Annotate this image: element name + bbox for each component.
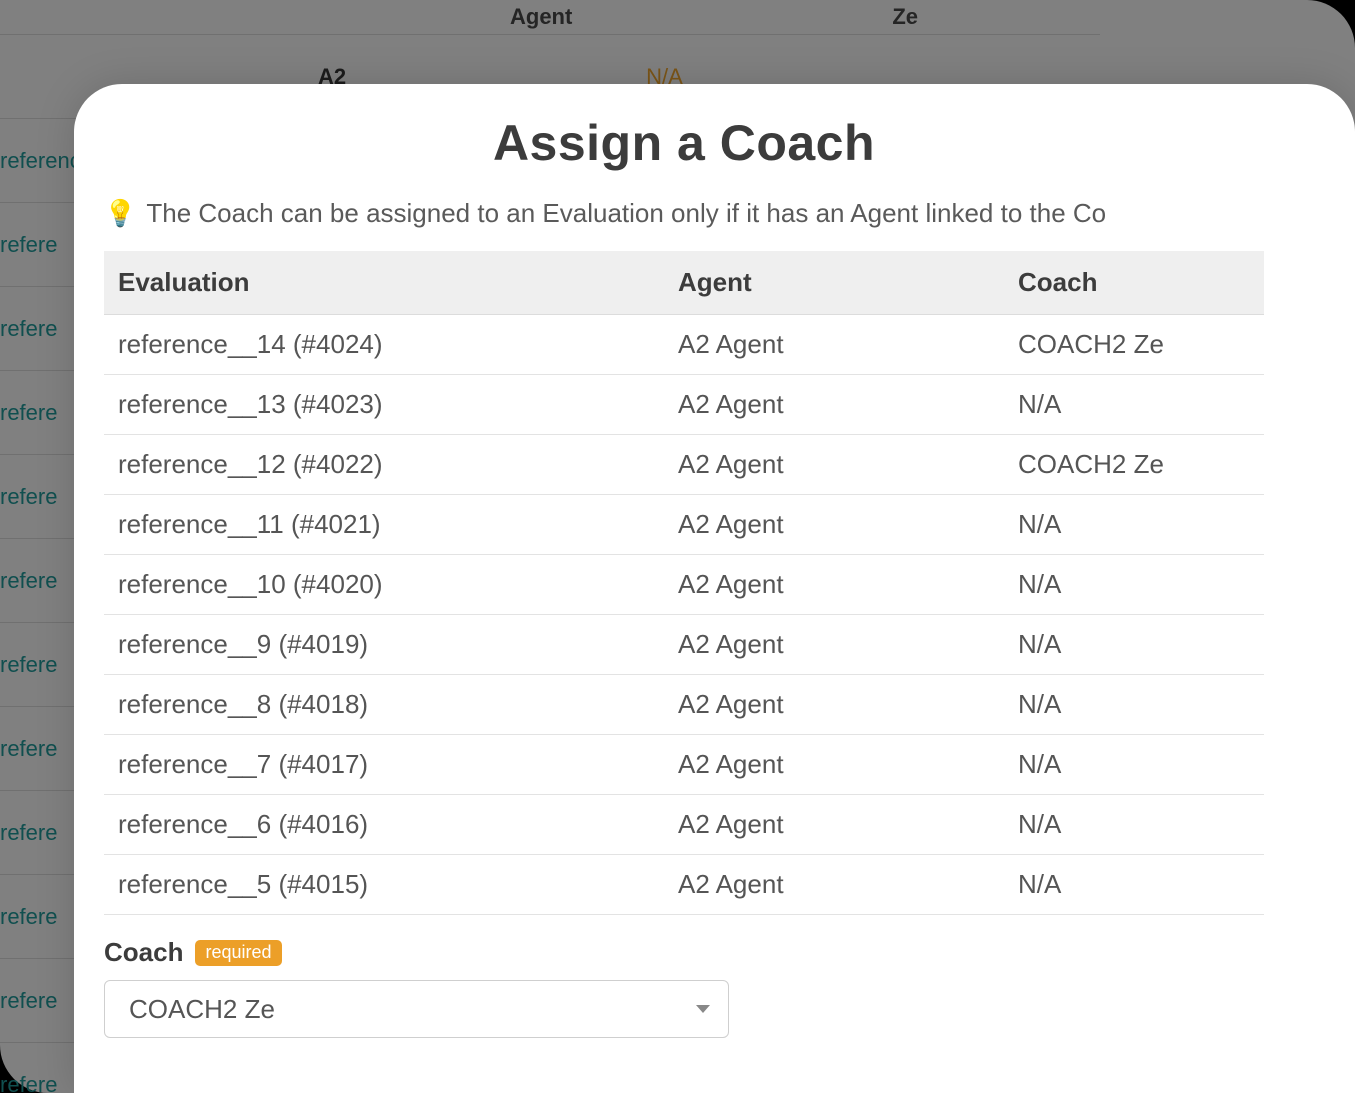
cell-agent: A2 Agent (664, 495, 1004, 555)
coach-select-value: COACH2 Ze (129, 994, 275, 1025)
cell-coach: N/A (1004, 795, 1264, 855)
table-row[interactable]: reference__5 (#4015)A2 AgentN/A (104, 855, 1264, 915)
col-evaluation: Evaluation (104, 251, 664, 315)
bg-ref-label: refere (0, 904, 57, 930)
cell-evaluation: reference__5 (#4015) (104, 855, 664, 915)
cell-agent: A2 Agent (664, 555, 1004, 615)
table-row[interactable]: reference__11 (#4021)A2 AgentN/A (104, 495, 1264, 555)
bg-ref-label: refere (0, 400, 57, 426)
table-header-row: Evaluation Agent Coach (104, 251, 1264, 315)
bg-ref-label: refere (0, 316, 57, 342)
required-badge: required (195, 940, 281, 966)
cell-evaluation: reference__13 (#4023) (104, 375, 664, 435)
cell-coach: COACH2 Ze (1004, 315, 1264, 375)
cell-evaluation: reference__9 (#4019) (104, 615, 664, 675)
lightbulb-icon: 💡 (104, 198, 136, 229)
table-row[interactable]: reference__6 (#4016)A2 AgentN/A (104, 795, 1264, 855)
cell-agent: A2 Agent (664, 675, 1004, 735)
cell-agent: A2 Agent (664, 375, 1004, 435)
coach-field-label: Coach (104, 937, 183, 968)
cell-coach: N/A (1004, 375, 1264, 435)
table-row[interactable]: reference__10 (#4020)A2 AgentN/A (104, 555, 1264, 615)
cell-coach: N/A (1004, 855, 1264, 915)
bg-ref-label: refere (0, 736, 57, 762)
cell-agent: A2 Agent (664, 855, 1004, 915)
table-row[interactable]: reference__13 (#4023)A2 AgentN/A (104, 375, 1264, 435)
coach-form: Coach required COACH2 Ze (104, 937, 1264, 1038)
cell-coach: COACH2 Ze (1004, 435, 1264, 495)
table-row[interactable]: reference__9 (#4019)A2 AgentN/A (104, 615, 1264, 675)
cell-agent: A2 Agent (664, 315, 1004, 375)
modal-hint: 💡 The Coach can be assigned to an Evalua… (104, 198, 1264, 229)
bg-ref-label: refere (0, 484, 57, 510)
cell-coach: N/A (1004, 555, 1264, 615)
col-agent: Agent (664, 251, 1004, 315)
cell-evaluation: reference__10 (#4020) (104, 555, 664, 615)
cell-agent: A2 Agent (664, 735, 1004, 795)
bg-ref-label: refere (0, 1072, 57, 1093)
cell-evaluation: reference__14 (#4024) (104, 315, 664, 375)
bg-ref-label: refere (0, 820, 57, 846)
cell-evaluation: reference__8 (#4018) (104, 675, 664, 735)
bg-header-agent: Agent (510, 4, 572, 30)
cell-coach: N/A (1004, 735, 1264, 795)
cell-coach: N/A (1004, 615, 1264, 675)
modal-hint-text: The Coach can be assigned to an Evaluati… (146, 198, 1106, 229)
bg-ref-label: refere (0, 652, 57, 678)
cell-evaluation: reference__6 (#4016) (104, 795, 664, 855)
table-row[interactable]: reference__14 (#4024)A2 AgentCOACH2 Ze (104, 315, 1264, 375)
cell-agent: A2 Agent (664, 435, 1004, 495)
cell-coach: N/A (1004, 495, 1264, 555)
bg-ref-label: refere (0, 232, 57, 258)
cell-agent: A2 Agent (664, 795, 1004, 855)
cell-evaluation: reference__11 (#4021) (104, 495, 664, 555)
cell-coach: N/A (1004, 675, 1264, 735)
table-row[interactable]: reference__8 (#4018)A2 AgentN/A (104, 675, 1264, 735)
bg-ref-label: refere (0, 568, 57, 594)
bg-ref-label: refere (0, 988, 57, 1014)
modal-title: Assign a Coach (104, 114, 1264, 172)
col-coach: Coach (1004, 251, 1264, 315)
bg-header-ze: Ze (892, 4, 918, 30)
cell-evaluation: reference__12 (#4022) (104, 435, 664, 495)
cell-evaluation: reference__7 (#4017) (104, 735, 664, 795)
evaluations-table: Evaluation Agent Coach reference__14 (#4… (104, 251, 1264, 915)
chevron-down-icon (696, 1005, 710, 1013)
coach-select[interactable]: COACH2 Ze (104, 980, 729, 1038)
bg-header-row: Agent Ze (0, 0, 1100, 34)
table-row[interactable]: reference__12 (#4022)A2 AgentCOACH2 Ze (104, 435, 1264, 495)
table-row[interactable]: reference__7 (#4017)A2 AgentN/A (104, 735, 1264, 795)
cell-agent: A2 Agent (664, 615, 1004, 675)
assign-coach-modal: Assign a Coach 💡 The Coach can be assign… (74, 84, 1355, 1093)
